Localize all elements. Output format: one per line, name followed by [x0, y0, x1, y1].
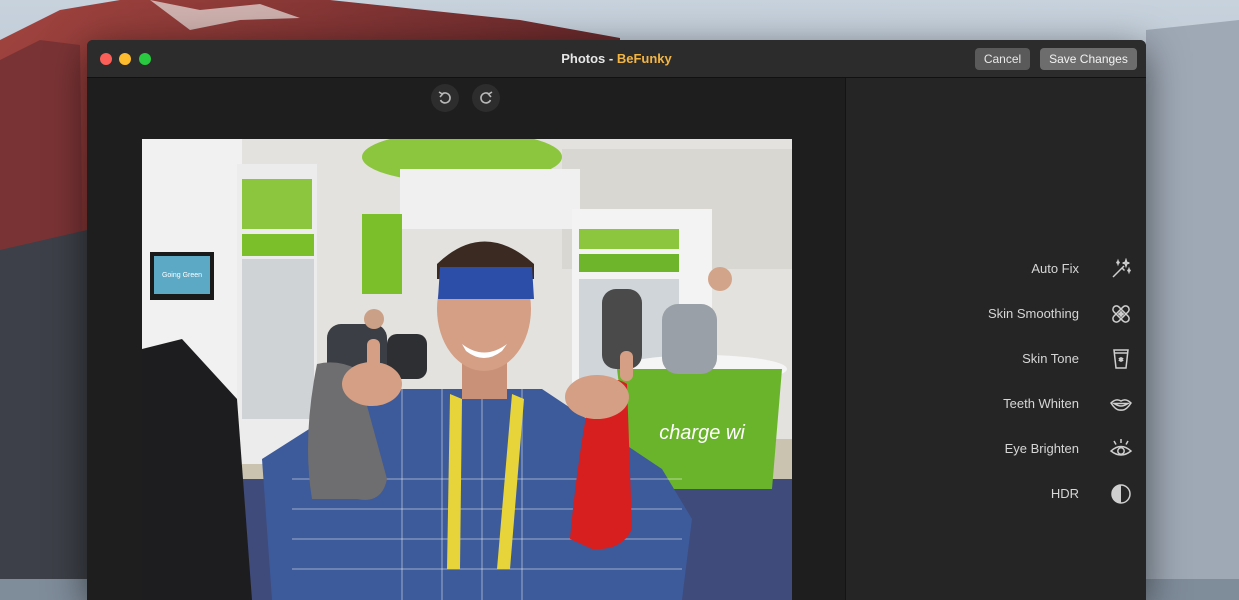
- undo-icon: [438, 91, 451, 104]
- cancel-button[interactable]: Cancel: [975, 48, 1030, 70]
- editor-canvas: Going Green charge wi: [87, 78, 845, 600]
- redo-icon: [480, 91, 493, 104]
- bandage-icon: [1108, 301, 1134, 327]
- tool-label: Auto Fix: [1031, 261, 1079, 276]
- tool-label: Skin Tone: [1022, 351, 1079, 366]
- tool-label: Teeth Whiten: [1003, 396, 1079, 411]
- tool-auto-fix[interactable]: Auto Fix: [846, 253, 1146, 285]
- save-changes-button[interactable]: Save Changes: [1040, 48, 1137, 70]
- tool-skin-smoothing[interactable]: Skin Smoothing: [846, 298, 1146, 330]
- hdr-icon: [1108, 481, 1134, 507]
- undo-button[interactable]: [431, 84, 459, 112]
- redo-button[interactable]: [472, 84, 500, 112]
- booth-banner-text: charge wi: [659, 422, 745, 444]
- eye-icon: [1108, 436, 1134, 462]
- adjustments-sidebar: Auto Fix Skin Smoothing Skin Tone Teeth …: [845, 78, 1146, 600]
- lips-icon: [1108, 391, 1134, 417]
- tool-teeth-whiten[interactable]: Teeth Whiten: [846, 388, 1146, 420]
- tool-hdr[interactable]: HDR: [846, 478, 1146, 510]
- title-app: Photos: [561, 51, 606, 66]
- tool-label: HDR: [1050, 486, 1079, 501]
- photo-preview[interactable]: Going Green charge wi: [142, 139, 792, 600]
- title-separator: -: [605, 51, 617, 66]
- tool-eye-brighten[interactable]: Eye Brighten: [846, 433, 1146, 465]
- tool-label: Skin Smoothing: [987, 306, 1079, 321]
- photos-window: Photos - BeFunky Cancel Save Changes Goi…: [87, 40, 1146, 600]
- tool-label: Eye Brighten: [1004, 441, 1079, 456]
- tv-screen-text: Going Green: [162, 272, 202, 279]
- magic-wand-icon: [1108, 256, 1134, 282]
- lotion-bottle-icon: [1108, 346, 1134, 372]
- tool-skin-tone[interactable]: Skin Tone: [846, 343, 1146, 375]
- title-extension: BeFunky: [616, 51, 672, 66]
- title-bar: Photos - BeFunky Cancel Save Changes: [87, 40, 1146, 78]
